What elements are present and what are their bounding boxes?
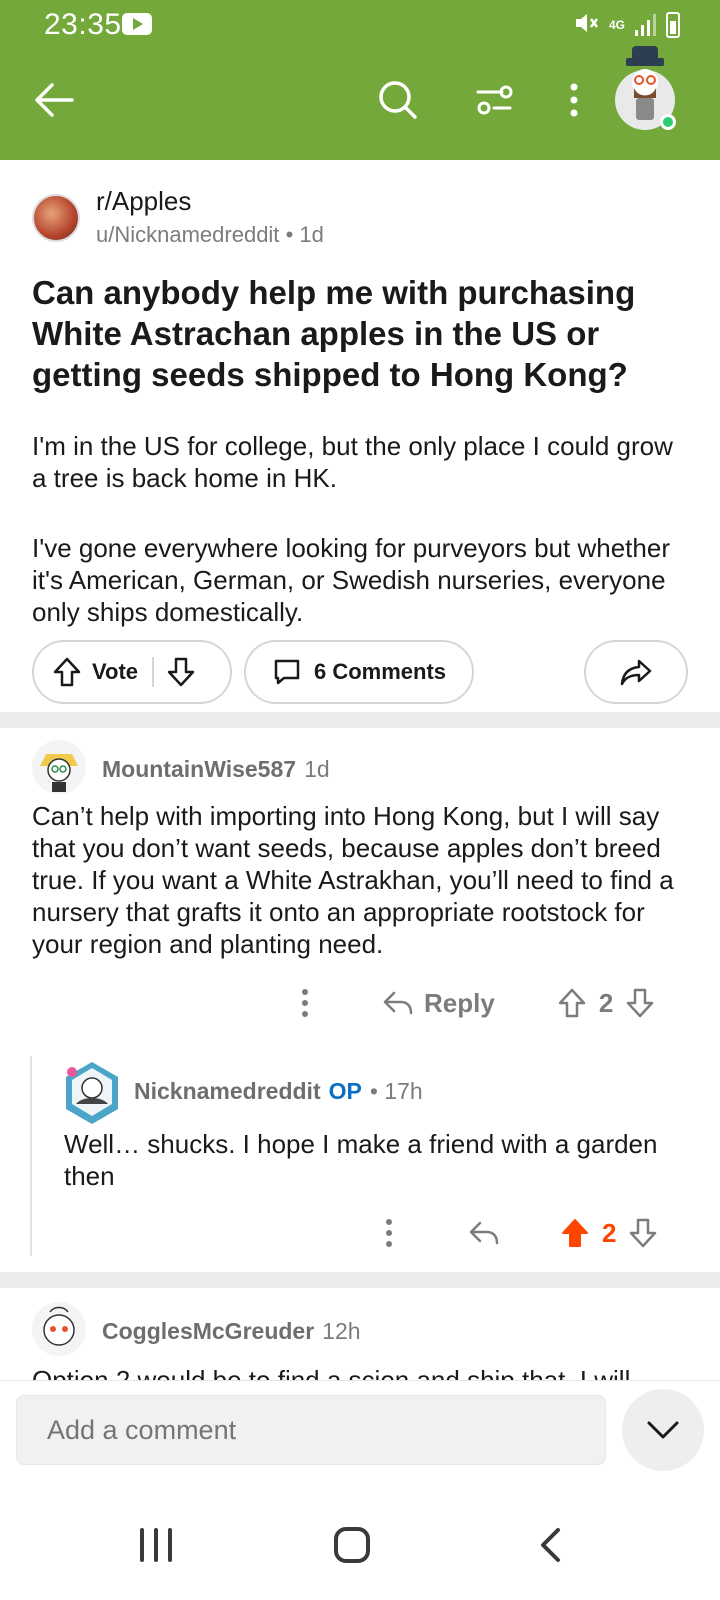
comment-text: Option 2 would be to find a scion and sh… xyxy=(32,1365,631,1380)
reply-arrow-icon xyxy=(469,1221,499,1245)
comments-count: 6 Comments xyxy=(313,659,447,684)
more-vertical-icon xyxy=(570,83,578,117)
comment: CogglesMcGreuder 12h Option 2 would be to… xyxy=(0,1288,720,1380)
system-navigation-bar xyxy=(0,1490,720,1600)
section-divider xyxy=(0,712,720,728)
upvote-button[interactable] xyxy=(557,987,587,1019)
more-vertical-icon xyxy=(302,989,308,1017)
thread-line[interactable] xyxy=(30,1056,32,1256)
network-type: 4G xyxy=(608,17,625,32)
status-bar: 23:35 4G xyxy=(0,0,720,50)
mute-icon xyxy=(573,11,599,40)
comment-more-button[interactable] xyxy=(290,988,320,1018)
post-paragraph: I'm in the US for college, but the only … xyxy=(32,431,673,493)
op-badge: OP xyxy=(328,1078,362,1104)
collapse-comments-button[interactable] xyxy=(622,1389,704,1471)
back-button[interactable] xyxy=(24,70,84,130)
comments-button[interactable]: 6 Comments xyxy=(244,640,474,704)
comment-author-line: MountainWise587 1d xyxy=(102,756,330,783)
recent-apps-button[interactable] xyxy=(126,1520,186,1570)
reply-arrow-icon xyxy=(383,991,413,1015)
downvote-arrow-icon xyxy=(167,657,195,687)
arrow-left-icon xyxy=(35,83,74,117)
home-icon xyxy=(334,1527,370,1563)
home-button[interactable] xyxy=(322,1520,382,1570)
comment-actions: 2 xyxy=(374,1208,694,1258)
signal-icon xyxy=(635,14,656,36)
more-vertical-icon xyxy=(386,1219,392,1247)
comment-author[interactable]: MountainWise587 xyxy=(102,756,296,782)
subreddit-name[interactable]: r/Apples xyxy=(96,186,191,217)
post-title: Can anybody help me with purchasing Whit… xyxy=(32,274,636,393)
share-icon xyxy=(620,659,652,686)
upvote-button[interactable] xyxy=(52,656,82,688)
post-body: I'm in the US for college, but the only … xyxy=(32,430,692,666)
sort-filter-button[interactable] xyxy=(464,70,524,130)
chevron-left-icon xyxy=(541,1528,560,1562)
avatar-icon xyxy=(66,1062,118,1124)
search-button[interactable] xyxy=(368,70,428,130)
comment-more-button[interactable] xyxy=(374,1218,404,1248)
comment-actions: Reply 2 xyxy=(290,978,690,1028)
comment-age: 12h xyxy=(322,1318,361,1344)
comment-score: 2 xyxy=(598,987,614,1018)
upvote-arrow-icon xyxy=(53,657,81,687)
section-divider xyxy=(0,1272,720,1288)
post-paragraph: I've gone everywhere looking for purveyo… xyxy=(32,533,670,627)
upvote-button[interactable] xyxy=(560,1217,590,1249)
comment-text: Can’t help with importing into Hong Kong… xyxy=(32,801,674,959)
vote-separator xyxy=(152,657,155,687)
system-back-button[interactable] xyxy=(520,1520,580,1570)
avatar-icon xyxy=(32,1302,86,1356)
battery-icon xyxy=(666,12,680,38)
reply-button[interactable] xyxy=(468,1219,500,1247)
search-icon xyxy=(379,81,417,119)
share-button[interactable] xyxy=(584,640,688,704)
post-author[interactable]: u/Nicknamedreddit xyxy=(96,222,279,247)
comment-author[interactable]: CogglesMcGreuder xyxy=(102,1318,314,1344)
recent-apps-icon xyxy=(140,1528,172,1562)
reply-button[interactable]: Reply xyxy=(382,988,495,1019)
comment-age: 17h xyxy=(384,1078,423,1104)
commenter-avatar[interactable] xyxy=(32,1302,86,1356)
status-icons: 4G xyxy=(573,10,680,40)
commenter-avatar[interactable] xyxy=(32,740,86,794)
youtube-notification-icon xyxy=(122,13,152,35)
commenter-avatar[interactable] xyxy=(62,1060,122,1128)
vote-control: Vote xyxy=(32,640,232,704)
comment-text: Well… shucks. I hope I make a friend wit… xyxy=(64,1129,658,1191)
comment-score: 2 xyxy=(602,1217,617,1248)
comment-bubble-icon xyxy=(274,659,300,685)
app-header: 23:35 4G xyxy=(0,0,720,160)
online-status-dot xyxy=(660,114,676,130)
comment-author[interactable]: Nicknamedreddit xyxy=(134,1078,321,1104)
chevron-down-icon xyxy=(647,1421,679,1439)
comment-composer-bar xyxy=(0,1380,720,1490)
downvote-button[interactable] xyxy=(166,656,196,688)
add-comment-input[interactable] xyxy=(16,1395,606,1465)
upvote-arrow-filled-icon xyxy=(562,1219,588,1247)
more-options-button[interactable] xyxy=(544,70,604,130)
post-actions: Vote 6 Comments xyxy=(0,640,720,704)
comment-age: 1d xyxy=(304,756,330,782)
downvote-button[interactable] xyxy=(625,987,655,1019)
avatar-icon xyxy=(32,740,86,794)
status-time: 23:35 xyxy=(44,8,122,41)
vote-label: Vote xyxy=(92,659,139,684)
sort-filter-icon xyxy=(476,85,513,115)
comment-author-line: CogglesMcGreuder 12h xyxy=(102,1318,361,1345)
post-meta: u/Nicknamedreddit • 1d xyxy=(96,222,324,247)
downvote-arrow-icon xyxy=(627,988,654,1018)
downvote-button[interactable] xyxy=(628,1217,658,1249)
comment-author-line: Nicknamedreddit OP • 17h xyxy=(134,1078,423,1104)
downvote-arrow-icon xyxy=(630,1218,657,1248)
post-age: 1d xyxy=(299,222,324,247)
upvote-arrow-icon xyxy=(558,988,586,1018)
subreddit-icon[interactable] xyxy=(32,194,80,242)
reply-label: Reply xyxy=(424,987,495,1018)
